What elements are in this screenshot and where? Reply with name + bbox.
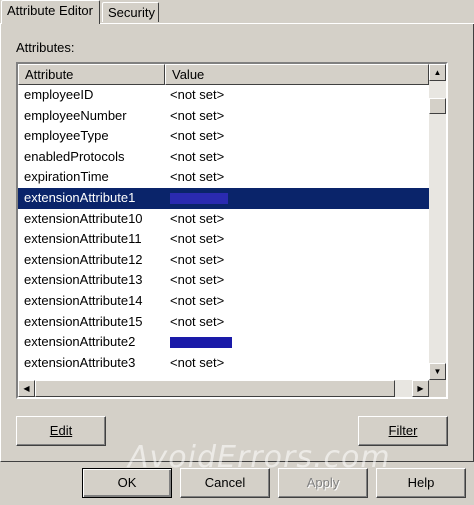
attribute-name-cell: extensionAttribute2 (24, 334, 136, 350)
help-button-label: Help (407, 475, 435, 490)
attribute-value-cell: <not set> (170, 354, 225, 370)
table-row[interactable]: employeeNumber <not set> (18, 106, 429, 127)
arrow-left-icon: ◀ (23, 384, 30, 393)
attribute-value-cell (170, 332, 232, 353)
scroll-left-button[interactable]: ◀ (18, 380, 35, 397)
cancel-button-label: Cancel (204, 475, 246, 490)
redacted-value (170, 193, 228, 205)
arrow-down-icon: ▼ (433, 367, 442, 376)
attribute-name-cell: extensionAttribute12 (24, 251, 143, 267)
table-row[interactable]: extensionAttribute11 <not set> (18, 229, 429, 250)
attribute-value-cell: <not set> (170, 210, 225, 226)
attribute-value-cell: <not set> (170, 272, 225, 288)
scrollbar-corner (429, 380, 446, 397)
attributes-list[interactable]: Attribute Value employeeID <not set> emplo… (16, 62, 448, 399)
horizontal-scrollbar[interactable]: ◀ ▶ (18, 380, 429, 397)
attribute-name-cell: employeeType (24, 128, 109, 144)
arrow-up-icon: ▲ (433, 68, 442, 77)
attribute-value-cell: <not set> (170, 231, 225, 247)
attribute-value-cell: <not set> (170, 169, 225, 185)
attribute-value-cell: <not set> (170, 292, 225, 308)
attribute-value-cell: <not set> (170, 107, 225, 123)
attribute-name-cell: expirationTime (24, 169, 109, 185)
table-row[interactable]: extensionAttribute15 <not set> (18, 312, 429, 333)
vertical-scroll-thumb[interactable] (429, 98, 446, 114)
attribute-name-cell: extensionAttribute3 (24, 354, 136, 370)
table-row[interactable]: extensionAttribute3 <not set> (18, 353, 429, 374)
table-row[interactable]: extensionAttribute10 <not set> (18, 209, 429, 230)
attribute-value-cell: <not set> (170, 148, 225, 164)
table-row[interactable]: employeeID <not set> (18, 85, 429, 106)
filter-button-label: Filter (388, 423, 418, 438)
attribute-name-cell: extensionAttribute13 (24, 272, 143, 288)
attribute-value-cell: <not set> (170, 313, 225, 329)
attribute-name-cell: extensionAttribute1 (24, 189, 136, 205)
tab-attribute-editor[interactable]: Attribute Editor (1, 0, 100, 24)
table-row[interactable]: employeeType <not set> (18, 126, 429, 147)
scroll-right-button[interactable]: ▶ (412, 380, 429, 397)
table-row[interactable]: extensionAttribute2 (18, 332, 429, 353)
attribute-value-cell: <not set> (170, 128, 225, 144)
edit-button[interactable]: Edit (16, 416, 106, 446)
ok-button[interactable]: OK (82, 468, 172, 498)
table-row[interactable]: extensionAttribute13 <not set> (18, 270, 429, 291)
attribute-name-cell: extensionAttribute14 (24, 292, 143, 308)
scroll-down-button[interactable]: ▼ (429, 363, 446, 380)
arrow-right-icon: ▶ (417, 384, 424, 393)
attribute-value-cell: <not set> (170, 251, 225, 267)
vertical-scrollbar[interactable]: ▲ ▼ (429, 64, 446, 380)
help-button[interactable]: Help (376, 468, 466, 498)
attribute-name-cell: extensionAttribute15 (24, 313, 143, 329)
ok-button-label: OK (117, 475, 137, 490)
table-row[interactable]: extensionAttribute14 <not set> (18, 291, 429, 312)
attributes-label: Attributes: (16, 40, 75, 55)
attribute-name-cell: employeeNumber (24, 107, 127, 123)
list-rows: employeeID <not set> employeeNumber <not se… (18, 85, 429, 373)
attribute-name-cell: extensionAttribute10 (24, 210, 143, 226)
column-header-value[interactable]: Value (165, 64, 429, 85)
attribute-value-cell (170, 188, 228, 209)
attribute-name-cell: employeeID (24, 87, 94, 102)
cancel-button[interactable]: Cancel (180, 468, 270, 498)
tab-security[interactable]: Security (102, 2, 159, 22)
horizontal-scroll-thumb[interactable] (35, 380, 395, 397)
table-row[interactable]: enabledProtocols <not set> (18, 147, 429, 168)
scroll-up-button[interactable]: ▲ (429, 64, 446, 81)
apply-button[interactable]: Apply (278, 468, 368, 498)
list-header: Attribute Value (18, 64, 429, 85)
table-row[interactable]: extensionAttribute1 (18, 187, 429, 209)
column-header-attribute[interactable]: Attribute (18, 64, 165, 85)
attribute-value-cell: <not set> (170, 87, 225, 102)
tab-strip: Attribute Editor Security (0, 0, 474, 24)
table-row[interactable]: extensionAttribute12 <not set> (18, 250, 429, 271)
redacted-value (170, 337, 232, 349)
edit-button-label: Edit (49, 423, 73, 438)
apply-button-label: Apply (306, 475, 340, 490)
attribute-name-cell: enabledProtocols (24, 148, 125, 164)
table-row[interactable]: expirationTime <not set> (18, 167, 429, 188)
attribute-name-cell: extensionAttribute11 (24, 231, 142, 247)
